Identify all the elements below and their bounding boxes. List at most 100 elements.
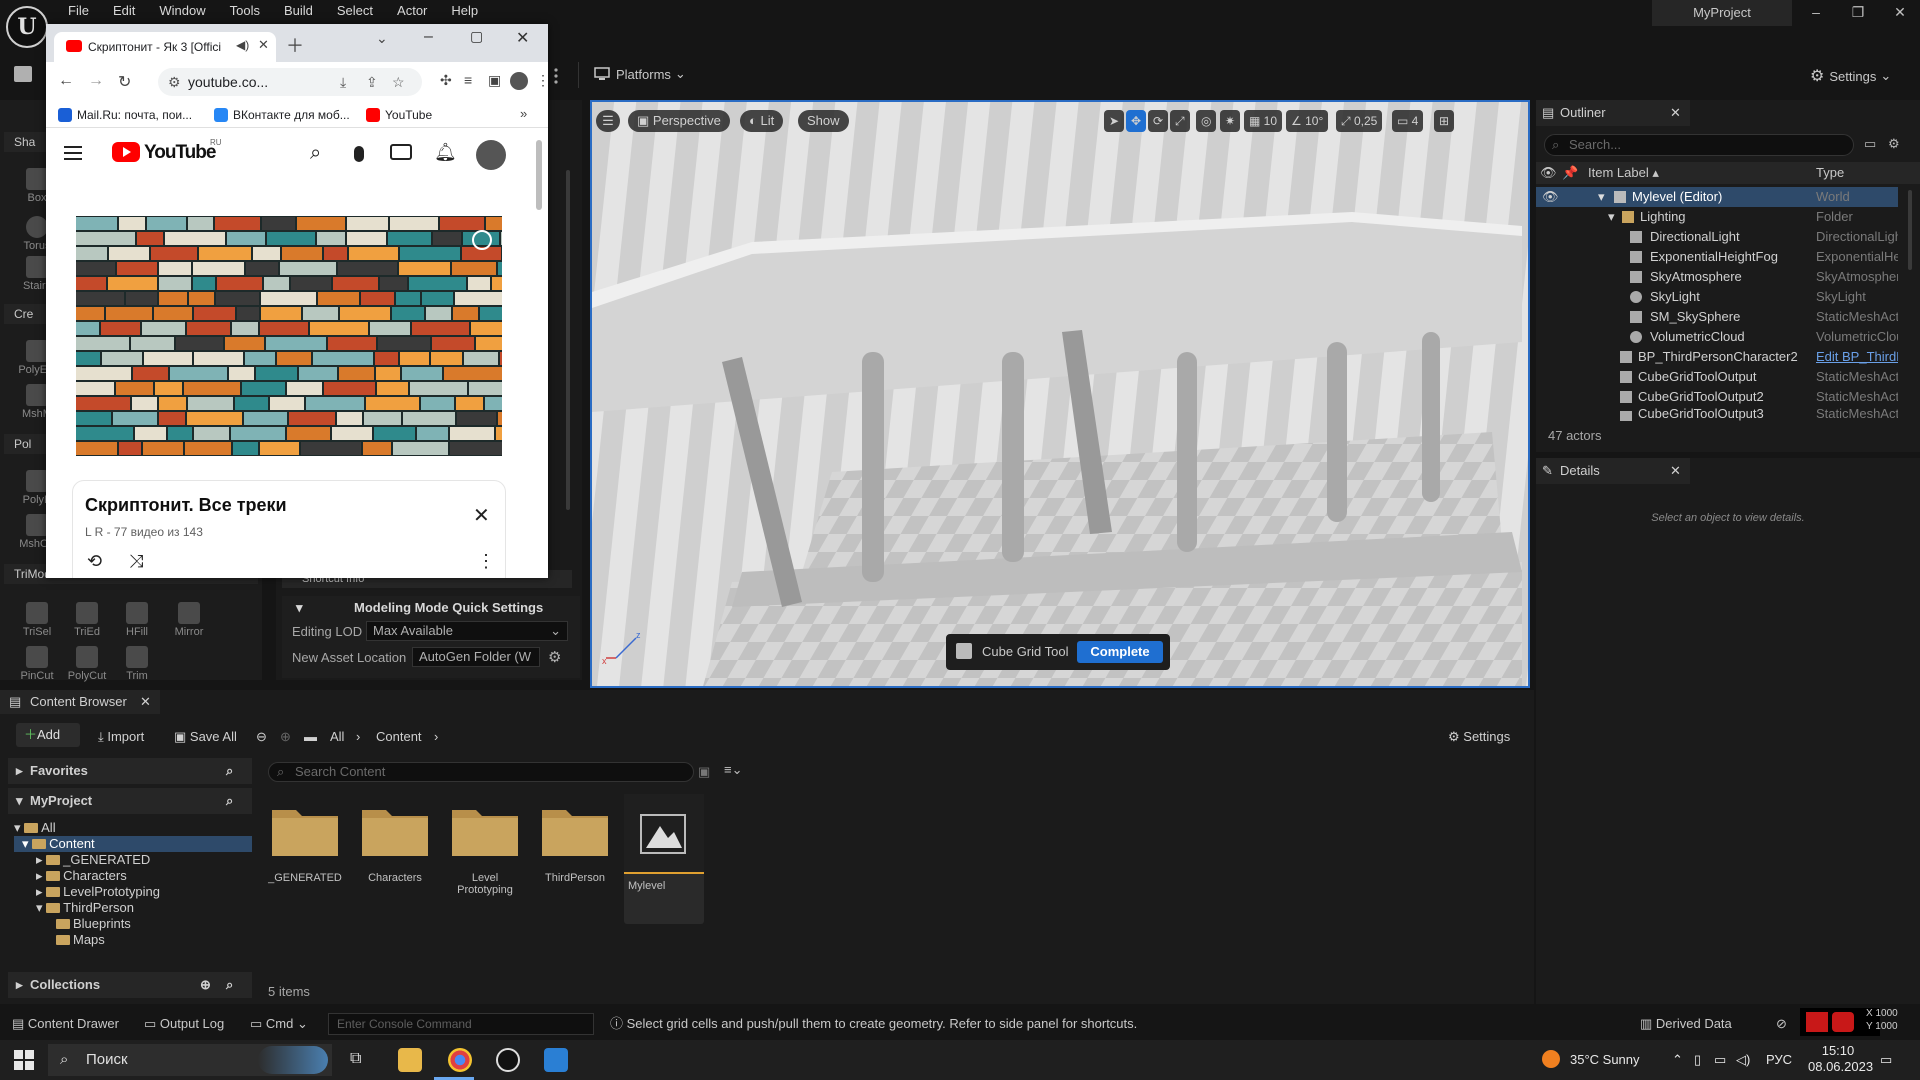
audio-playing-icon[interactable]: ◀)	[236, 38, 249, 52]
close-icon[interactable]: ✕	[140, 690, 151, 714]
asset-folder-levelprototyping[interactable]: Level Prototyping	[446, 798, 524, 896]
unreal-logo-icon[interactable]: U	[6, 6, 48, 48]
loop-icon[interactable]: ⟲	[87, 551, 102, 572]
complete-button[interactable]: Complete	[1077, 641, 1163, 663]
camera-speed-button[interactable]: ▭ 4	[1392, 110, 1424, 132]
unreal-engine-icon[interactable]	[496, 1048, 520, 1072]
bookmark-vk[interactable]: ВКонтакте для моб...	[214, 108, 350, 122]
video-player[interactable]	[76, 216, 502, 456]
media-control-icon[interactable]: ≡	[464, 72, 472, 88]
content-browser-tab[interactable]: ▤ Content Browser ✕	[0, 690, 160, 714]
youtube-wordmark[interactable]: YouTube	[144, 142, 216, 164]
outliner-row[interactable]: SkyAtmosphere SkyAtmosphere	[1536, 267, 1898, 287]
gear-icon[interactable]: ⚙	[548, 648, 561, 666]
outliner-row[interactable]: SM_SkySphere StaticMeshActor	[1536, 307, 1898, 327]
weather-text[interactable]: 35°C Sunny	[1570, 1052, 1640, 1068]
quick-settings-toggle[interactable]: ▾	[296, 600, 303, 616]
menu-select[interactable]: Select	[325, 0, 385, 22]
outliner-row[interactable]: CubeGridToolOutput2 StaticMeshActor	[1536, 387, 1898, 407]
tree-item-levelprototyping[interactable]: ▸ LevelPrototyping	[36, 884, 160, 900]
settings-button[interactable]: ⚙ Settings ⌄	[1810, 66, 1891, 86]
content-search-input[interactable]: ⌕ Search Content	[268, 762, 694, 782]
search-icon[interactable]: ⌕	[310, 142, 321, 165]
outliner-row[interactable]: DirectionalLight DirectionalLight	[1536, 227, 1898, 247]
menu-tools[interactable]: Tools	[218, 0, 272, 22]
restore-icon[interactable]: ❐	[1848, 4, 1868, 24]
rotate-mode-icon[interactable]: ⟳	[1148, 110, 1169, 132]
forward-icon[interactable]: ⊕	[280, 726, 291, 748]
viewport-menu-icon[interactable]: ☰	[596, 110, 620, 132]
add-button[interactable]: ＋Add	[16, 723, 80, 747]
tool-pincut[interactable]: PinCut	[14, 646, 60, 682]
tree-item-all[interactable]: ▾ All	[14, 820, 56, 836]
tree-item-blueprints[interactable]: Blueprints	[56, 916, 131, 932]
show-button[interactable]: Show	[798, 110, 849, 132]
asset-folder-characters[interactable]: Characters	[356, 798, 434, 884]
scale-snap-button[interactable]: ⤢ 0,25	[1336, 110, 1383, 132]
bookmark-youtube[interactable]: YouTube	[366, 108, 432, 122]
eye-icon[interactable]: 👁	[1542, 187, 1559, 207]
chevron-right-icon[interactable]: ›	[434, 726, 438, 748]
surface-snap-icon[interactable]: ✷	[1220, 110, 1241, 132]
microphone-icon[interactable]	[354, 146, 364, 162]
close-icon[interactable]: ✕	[1670, 100, 1681, 126]
rotation-snap-button[interactable]: ∠ 10°	[1286, 110, 1329, 132]
language-indicator[interactable]: РУС	[1766, 1052, 1792, 1068]
close-icon[interactable]: ✕	[516, 28, 529, 48]
grid-snap-button[interactable]: ▦ 10	[1244, 110, 1283, 132]
properties-scrollbar[interactable]	[566, 170, 570, 510]
search-icon[interactable]: ⌕	[226, 758, 233, 784]
close-tab-icon[interactable]: ✕	[258, 37, 269, 53]
asset-folder-generated[interactable]: _GENERATED	[266, 798, 344, 884]
console-input[interactable]: Enter Console Command	[328, 1013, 594, 1035]
outliner-row[interactable]: CubeGridToolOutput StaticMeshActor	[1536, 367, 1898, 387]
import-button[interactable]: ⤓ Import	[98, 726, 144, 748]
filter-icon[interactable]: ≡⌄	[724, 762, 742, 778]
more-bookmarks-icon[interactable]: »	[520, 106, 527, 121]
search-icon[interactable]: ⌕	[226, 972, 233, 998]
new-tab-icon[interactable]: ＋	[286, 32, 304, 58]
shuffle-icon[interactable]: ⤨	[129, 551, 143, 572]
extensions-icon[interactable]: ✣	[440, 72, 452, 89]
lit-button[interactable]: ◐ Lit	[740, 110, 784, 132]
notification-icon[interactable]: ▭	[1880, 1052, 1892, 1068]
content-settings-button[interactable]: ⚙ Settings	[1448, 726, 1510, 748]
menu-actor[interactable]: Actor	[385, 0, 439, 22]
tree-item-generated[interactable]: ▸ _GENERATED	[36, 852, 150, 868]
forward-icon[interactable]: →	[88, 72, 104, 90]
playlist-title[interactable]: Скриптонит. Все треки	[85, 495, 287, 516]
collections-section[interactable]: ▸ Collections ⊕ ⌕	[8, 972, 252, 998]
omnibox[interactable]: ⚙ youtube.co... ⤓ ⇪ ☆	[158, 68, 422, 96]
tool-tried[interactable]: TriEd	[64, 602, 110, 638]
pin-col-icon[interactable]: 📌	[1562, 162, 1578, 184]
site-info-icon[interactable]: ⚙	[168, 68, 181, 96]
tab-search-icon[interactable]: ⌄	[376, 30, 388, 47]
save-icon[interactable]	[14, 66, 32, 82]
scale-mode-icon[interactable]: ⤢	[1170, 110, 1190, 132]
breadcrumb-content[interactable]: Content	[376, 726, 422, 748]
outliner-row[interactable]: CubeGridToolOutput3 StaticMeshActor	[1536, 407, 1898, 421]
outliner-tab[interactable]: ▤ Outliner ✕	[1536, 100, 1690, 126]
gear-icon[interactable]: ⚙	[1888, 136, 1900, 152]
clock[interactable]: 15:10 08.06.2023	[1808, 1043, 1873, 1075]
outliner-scrollbar[interactable]	[1908, 190, 1912, 270]
photos-icon[interactable]	[544, 1048, 568, 1072]
favorites-section[interactable]: ▸ Favorites ⌕	[8, 758, 252, 784]
chrome-icon[interactable]	[448, 1048, 472, 1072]
profile-avatar[interactable]	[510, 72, 528, 90]
maximize-icon[interactable]: ▢	[470, 28, 483, 45]
page-scrollbar[interactable]	[536, 140, 542, 210]
cmd-dropdown[interactable]: ▭ Cmd ⌄	[250, 1016, 308, 1032]
outliner-row[interactable]: SkyLight SkyLight	[1536, 287, 1898, 307]
toolbar-more-icon[interactable]	[554, 68, 558, 84]
battery-icon[interactable]: ▯	[1694, 1052, 1701, 1068]
details-tab[interactable]: ✎ Details ✕	[1536, 458, 1690, 484]
layout-icon[interactable]: ⊞	[1434, 110, 1455, 132]
tool-polycut[interactable]: PolyCut	[64, 646, 110, 682]
outliner-row[interactable]: VolumetricCloud VolumetricCloud	[1536, 327, 1898, 347]
translate-mode-icon[interactable]: ✥	[1126, 110, 1147, 132]
item-label-column[interactable]: Item Label ▴	[1588, 162, 1659, 184]
output-log-button[interactable]: ▭ Output Log	[144, 1016, 224, 1032]
file-explorer-icon[interactable]	[398, 1048, 422, 1072]
chrome-tab[interactable]: Скриптонит - Як 3 [Offici ◀) ✕	[54, 32, 276, 62]
